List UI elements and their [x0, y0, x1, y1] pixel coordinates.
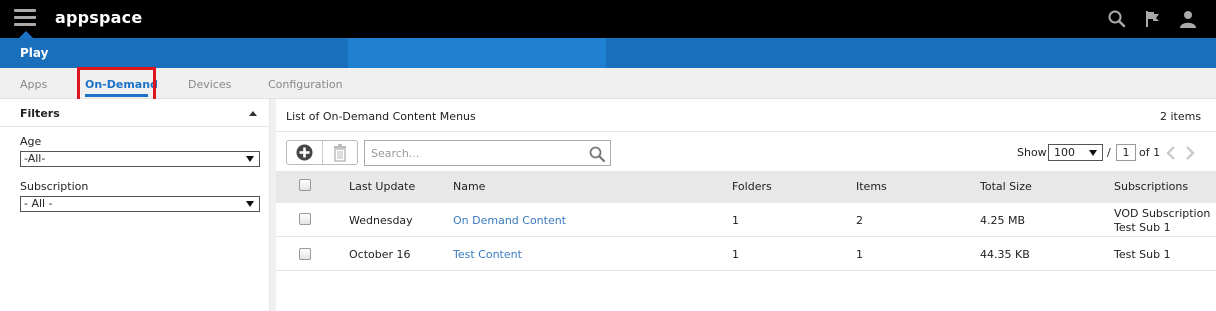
- dropdown-arrow-icon: [246, 201, 254, 207]
- row-checkbox[interactable]: [299, 248, 311, 260]
- search-icon[interactable]: [1107, 9, 1127, 29]
- age-select[interactable]: -All-: [20, 151, 260, 167]
- delete-button[interactable]: [323, 141, 357, 164]
- cell-items: 2: [856, 214, 863, 227]
- column-header-last-update[interactable]: Last Update: [349, 180, 415, 193]
- select-all-checkbox[interactable]: [299, 179, 311, 191]
- section-title: Play: [20, 46, 49, 60]
- table-row[interactable]: [276, 203, 1216, 237]
- tab-devices[interactable]: Devices: [188, 78, 231, 91]
- previous-page-icon[interactable]: [1164, 145, 1178, 161]
- cell-last-update: October 16: [349, 248, 411, 261]
- hamburger-menu-icon[interactable]: [14, 9, 36, 27]
- filters-header: Filters: [0, 99, 270, 127]
- list-title: List of On-Demand Content Menus: [286, 110, 476, 123]
- section-bar: [0, 38, 1216, 68]
- search-input[interactable]: [371, 145, 581, 161]
- cell-subscription: Test Sub 1: [1114, 248, 1171, 261]
- user-icon[interactable]: [1178, 9, 1198, 29]
- menu-pointer: [19, 31, 33, 38]
- subscription-select[interactable]: - All -: [20, 196, 260, 212]
- cell-subscription: VOD Subscription: [1114, 207, 1211, 220]
- page-size-select[interactable]: 100: [1048, 144, 1103, 161]
- page-separator: /: [1107, 146, 1111, 159]
- row-checkbox[interactable]: [299, 213, 311, 225]
- column-header-items[interactable]: Items: [856, 180, 887, 193]
- cell-folders: 1: [732, 214, 739, 227]
- search-box: [364, 140, 611, 166]
- add-button[interactable]: [287, 141, 322, 164]
- subscription-select-value: - All -: [24, 197, 53, 210]
- filters-panel: Filters Age -All- Subscription - All -: [0, 99, 270, 311]
- page-total: of 1: [1139, 146, 1161, 159]
- column-header-total-size[interactable]: Total Size: [980, 180, 1032, 193]
- cell-folders: 1: [732, 248, 739, 261]
- tab-apps[interactable]: Apps: [20, 78, 47, 91]
- dropdown-arrow-icon: [1089, 150, 1097, 156]
- app-logo: appspace: [55, 8, 143, 27]
- cell-subscription: Test Sub 1: [1114, 221, 1171, 234]
- cell-items: 1: [856, 248, 863, 261]
- dropdown-arrow-icon: [246, 156, 254, 162]
- page-size-value: 100: [1054, 146, 1075, 159]
- age-label: Age: [20, 135, 42, 148]
- cell-total-size: 44.35 KB: [980, 248, 1030, 261]
- column-header-name[interactable]: Name: [453, 180, 485, 193]
- tab-bar: [0, 68, 1216, 99]
- cell-total-size: 4.25 MB: [980, 214, 1026, 227]
- collapse-caret-icon[interactable]: [249, 111, 257, 116]
- page-number-input[interactable]: 1: [1116, 144, 1136, 161]
- flag-icon[interactable]: [1143, 9, 1163, 29]
- cell-name-link[interactable]: On Demand Content: [453, 214, 566, 227]
- column-header-subscriptions[interactable]: Subscriptions: [1114, 180, 1188, 193]
- show-label: Show: [1017, 146, 1047, 159]
- cell-last-update: Wednesday: [349, 214, 413, 227]
- table-row[interactable]: [276, 237, 1216, 271]
- age-select-value: -All-: [24, 152, 46, 165]
- search-icon[interactable]: [588, 145, 606, 163]
- column-header-folders[interactable]: Folders: [732, 180, 772, 193]
- item-count: 2 items: [1160, 110, 1202, 123]
- subscription-label: Subscription: [20, 180, 89, 193]
- top-bar: [0, 0, 1216, 38]
- toolbar-button-group: [286, 140, 358, 165]
- filters-title: Filters: [20, 107, 60, 120]
- tab-configuration[interactable]: Configuration: [268, 78, 343, 91]
- cell-name-link[interactable]: Test Content: [453, 248, 522, 261]
- next-page-icon[interactable]: [1183, 145, 1197, 161]
